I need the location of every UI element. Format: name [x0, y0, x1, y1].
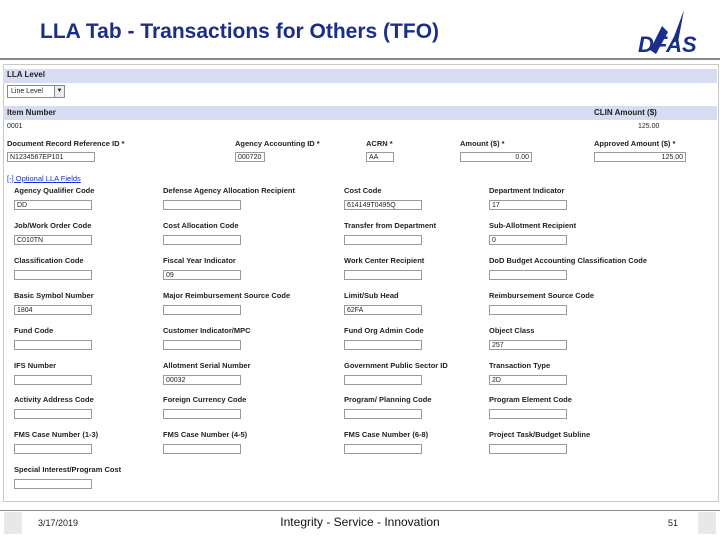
- fund-code-input[interactable]: [14, 340, 92, 350]
- agency-accounting-id-input[interactable]: 000720: [235, 152, 265, 162]
- customer-indicator-mpc-label: Customer Indicator/MPC: [163, 326, 251, 335]
- foreign-currency-code-input[interactable]: [163, 409, 241, 419]
- ifs-number-input[interactable]: [14, 375, 92, 385]
- transaction-type-label: Transaction Type: [489, 361, 551, 370]
- basic-symbol-number-input[interactable]: 1804: [14, 305, 92, 315]
- government-public-sector-id-input[interactable]: [344, 375, 422, 385]
- activity-address-code-label: Activity Address Code: [14, 395, 94, 404]
- lla-level-select[interactable]: Line Level ▼: [7, 85, 65, 98]
- major-reimbursement-source-code-input[interactable]: [163, 305, 241, 315]
- program-element-code-label: Program Element Code: [489, 395, 572, 404]
- program-element-code-input[interactable]: [489, 409, 567, 419]
- major-reimbursement-source-code-label: Major Reimbursement Source Code: [163, 291, 291, 300]
- fms-case-number-4-5-input[interactable]: [163, 444, 241, 454]
- reimbursement-source-code-label: Reimbursement Source Code: [489, 291, 595, 300]
- special-interest-program-cost-input[interactable]: [14, 479, 92, 489]
- acrn-select[interactable]: AA: [366, 152, 394, 162]
- fms-case-number-4-5-label: FMS Case Number (4-5): [163, 430, 248, 439]
- dfas-logo: DFAS: [638, 10, 697, 57]
- department-indicator-input[interactable]: 17: [489, 200, 567, 210]
- agency-qualifier-code-input[interactable]: DD: [14, 200, 92, 210]
- transfer-from-department-label: Transfer from Department: [344, 221, 437, 230]
- agency-accounting-id-label: Agency Accounting ID *: [235, 139, 320, 148]
- government-public-sector-id-label: Government Public Sector ID: [344, 361, 448, 370]
- project-task-budget-subline-label: Project Task/Budget Subline: [489, 430, 591, 439]
- fms-case-number-6-8-input[interactable]: [344, 444, 422, 454]
- optional-lla-fields-toggle[interactable]: [-] Optional LLA Fields: [7, 174, 81, 183]
- project-task-budget-subline-input[interactable]: [489, 444, 567, 454]
- job-work-order-code-input[interactable]: C010TN: [14, 235, 92, 245]
- item-number-value: 0001: [7, 123, 23, 130]
- svg-text:DFAS: DFAS: [638, 32, 697, 57]
- clin-amount-header: CLIN Amount ($): [594, 108, 657, 117]
- fund-code-label: Fund Code: [14, 326, 54, 335]
- special-interest-program-cost-label: Special Interest/Program Cost: [14, 465, 122, 474]
- fms-case-number-1-3-input[interactable]: [14, 444, 92, 454]
- classification-code-input[interactable]: [14, 270, 92, 280]
- approved-amount-label: Approved Amount ($) *: [594, 139, 676, 148]
- doc-ref-id-label: Document Record Reference ID *: [7, 139, 125, 148]
- classification-code-label: Classification Code: [14, 256, 84, 265]
- acrn-label: ACRN *: [366, 139, 393, 148]
- object-class-input[interactable]: 257: [489, 340, 567, 350]
- foreign-currency-code-label: Foreign Currency Code: [163, 395, 247, 404]
- chevron-down-icon[interactable]: ▼: [54, 86, 64, 97]
- dod-budget-accounting-classification-code-label: DoD Budget Accounting Classification Cod…: [489, 256, 648, 265]
- transfer-from-department-input[interactable]: [344, 235, 422, 245]
- work-center-recipient-input[interactable]: [344, 270, 422, 280]
- clin-amount-value: 125.00: [638, 123, 660, 130]
- job-work-order-code-label: Job/Work Order Code: [14, 221, 92, 230]
- allotment-serial-number-label: Allotment Serial Number: [163, 361, 251, 370]
- lla-level-value: Line Level: [11, 88, 43, 95]
- fiscal-year-indicator-label: Fiscal Year Indicator: [163, 256, 236, 265]
- slide-title: LLA Tab - Transactions for Others (TFO): [40, 20, 440, 43]
- title-divider: [0, 58, 720, 60]
- fiscal-year-indicator-input[interactable]: 09: [163, 270, 241, 280]
- work-center-recipient-label: Work Center Recipient: [344, 256, 425, 265]
- lla-level-label: LLA Level: [7, 70, 45, 79]
- cost-allocation-code-label: Cost Allocation Code: [163, 221, 239, 230]
- reimbursement-source-code-input[interactable]: [489, 305, 567, 315]
- approved-amount-input[interactable]: 125.00: [594, 152, 686, 162]
- fund-org-admin-code-input[interactable]: [344, 340, 422, 350]
- doc-ref-id-input[interactable]: N1234567EP101: [7, 152, 95, 162]
- sub-allotment-recipient-label: Sub-Allotment Recipient: [489, 221, 577, 230]
- program-planning-code-input[interactable]: [344, 409, 422, 419]
- fms-case-number-1-3-label: FMS Case Number (1-3): [14, 430, 99, 439]
- dod-budget-accounting-classification-code-input[interactable]: [489, 270, 567, 280]
- ifs-number-label: IFS Number: [14, 361, 57, 370]
- sub-allotment-recipient-input[interactable]: 0: [489, 235, 567, 245]
- cost-code-label: Cost Code: [344, 186, 382, 195]
- cost-code-input[interactable]: 614149T0495Q: [344, 200, 422, 210]
- customer-indicator-mpc-input[interactable]: [163, 340, 241, 350]
- allotment-serial-number-input[interactable]: 00032: [163, 375, 241, 385]
- cost-allocation-code-input[interactable]: [163, 235, 241, 245]
- footer-divider: [0, 510, 720, 511]
- fund-org-admin-code-label: Fund Org Admin Code: [344, 326, 424, 335]
- defense-agency-allocation-recipient-label: Defense Agency Allocation Recipient: [163, 186, 295, 195]
- transaction-type-input[interactable]: 2D: [489, 375, 567, 385]
- limit-sub-head-input[interactable]: 62FA: [344, 305, 422, 315]
- item-number-header: Item Number: [7, 108, 56, 117]
- basic-symbol-number-label: Basic Symbol Number: [14, 291, 94, 300]
- program-planning-code-label: Program/ Planning Code: [344, 395, 432, 404]
- page-number: 51: [668, 518, 679, 528]
- lla-level-bar: [3, 69, 717, 83]
- agency-qualifier-code-label: Agency Qualifier Code: [14, 186, 95, 195]
- object-class-label: Object Class: [489, 326, 535, 335]
- activity-address-code-input[interactable]: [14, 409, 92, 419]
- limit-sub-head-label: Limit/Sub Head: [344, 291, 399, 300]
- fms-case-number-6-8-label: FMS Case Number (6-8): [344, 430, 429, 439]
- amount-input[interactable]: 0.00: [460, 152, 532, 162]
- defense-agency-allocation-recipient-input[interactable]: [163, 200, 241, 210]
- footer-tagline: Integrity - Service - Innovation: [280, 515, 440, 529]
- department-indicator-label: Department Indicator: [489, 186, 565, 195]
- amount-label: Amount ($) *: [460, 139, 505, 148]
